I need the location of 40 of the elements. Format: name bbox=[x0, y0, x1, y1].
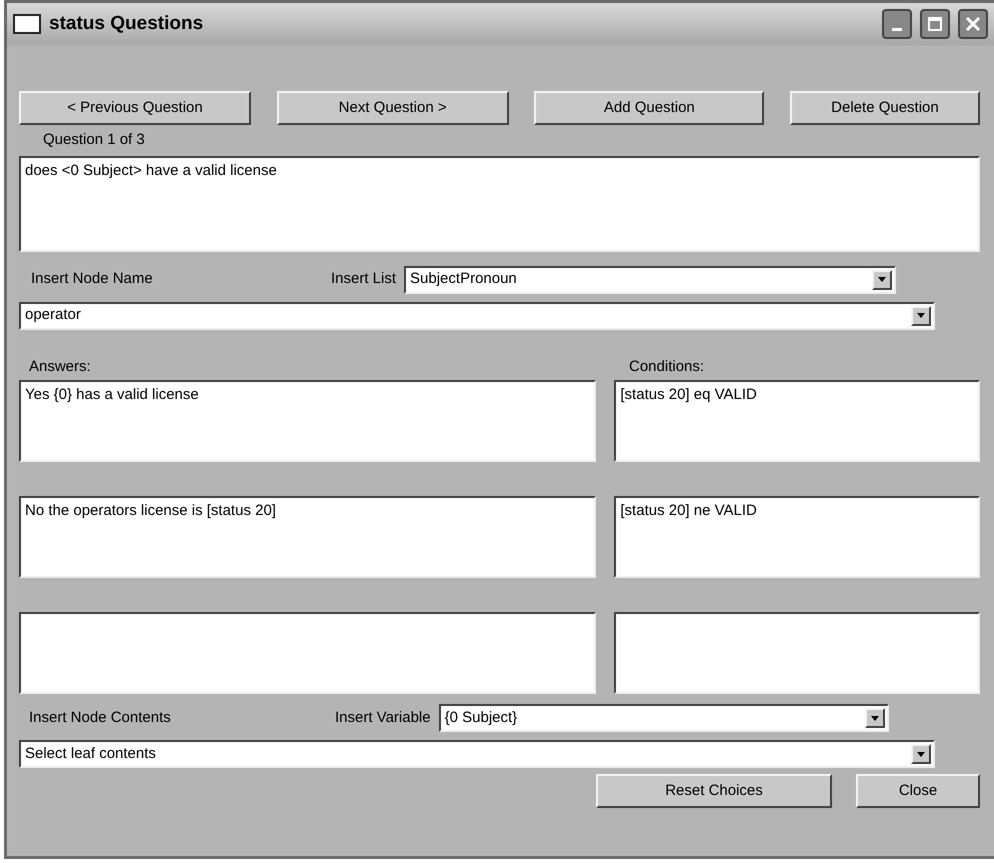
caret-icon bbox=[878, 277, 886, 282]
column-label: Answers: bbox=[29, 356, 92, 376]
dropdown-field[interactable]: {0 Subject} bbox=[438, 704, 889, 732]
question-field[interactable]: does <0 Subject> have a valid license bbox=[19, 156, 980, 252]
field-label: Insert Variable bbox=[335, 708, 431, 728]
field-label: Insert List bbox=[331, 269, 396, 290]
toolbar-button[interactable]: Delete Question bbox=[790, 91, 980, 125]
maximize-button[interactable] bbox=[920, 9, 950, 39]
dropdown-field[interactable]: operator bbox=[19, 302, 935, 330]
dropdown-button[interactable] bbox=[911, 744, 931, 764]
question-counter: Question 1 of 3 bbox=[43, 130, 145, 150]
caret-icon bbox=[870, 716, 879, 720]
minimize-icon bbox=[892, 28, 902, 30]
condition-field[interactable]: [status 20] eq VALID bbox=[614, 380, 980, 462]
minimize-button[interactable] bbox=[882, 9, 912, 39]
field-label: Insert Node Name bbox=[31, 269, 154, 290]
toolbar-button[interactable]: Next Question > bbox=[276, 91, 509, 125]
field-label: Insert Node Contents bbox=[29, 708, 172, 728]
column-label: Conditions: bbox=[629, 356, 704, 376]
window-title: status Questions bbox=[49, 12, 204, 36]
caret-icon bbox=[917, 752, 925, 756]
dialog-button[interactable]: Close bbox=[856, 774, 980, 808]
condition-field[interactable]: [status 20] ne VALID bbox=[614, 496, 980, 578]
condition-field[interactable] bbox=[614, 612, 980, 694]
close-button[interactable] bbox=[958, 9, 988, 39]
dropdown-button[interactable] bbox=[911, 306, 931, 326]
dropdown-field[interactable]: SubjectPronoun bbox=[404, 266, 896, 294]
toolbar-button[interactable]: < Previous Question bbox=[19, 91, 251, 125]
close-icon bbox=[965, 16, 981, 32]
dropdown-field[interactable]: Select leaf contents bbox=[19, 740, 935, 768]
dropdown-button[interactable] bbox=[864, 708, 885, 728]
dialog-button[interactable]: Reset Choices bbox=[596, 774, 832, 808]
answer-field[interactable]: Yes {0} has a valid license bbox=[19, 380, 596, 462]
answer-field[interactable]: No the operators license is [status 20] bbox=[19, 496, 596, 578]
maximize-icon bbox=[927, 16, 943, 32]
dropdown-button[interactable] bbox=[872, 270, 892, 290]
caret-icon bbox=[917, 313, 925, 318]
toolbar-button[interactable]: Add Question bbox=[534, 91, 764, 125]
answer-field[interactable] bbox=[19, 612, 596, 694]
window-icon bbox=[13, 14, 41, 34]
